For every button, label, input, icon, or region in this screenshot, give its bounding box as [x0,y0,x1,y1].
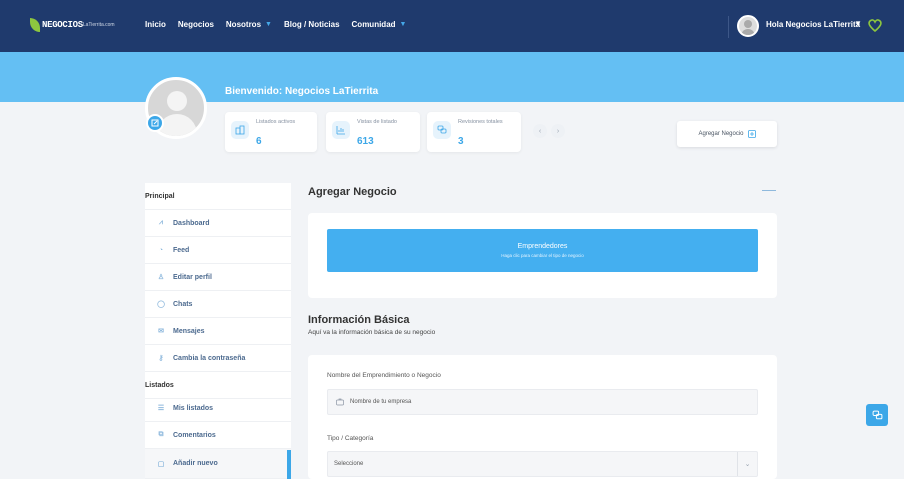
sidebar-item-add-new[interactable]: ▢ Añadir nuevo [145,449,291,479]
section-subtitle: Aquí va la información básica de su nego… [308,329,436,336]
sidebar-item-chats[interactable]: ◯ Chats [145,291,291,318]
category-label: Tipo / Categoría [327,435,374,442]
stat-card-listing-views: Vistas de listado 613 [326,112,420,152]
dashboard-sidebar: Principal ⩘ Dashboard ◔ Feed ♙ Editar perfi… [145,183,291,479]
chevron-down-icon: ⌄ [737,452,757,476]
logo-subtext: LaTierrita.com [82,22,115,28]
add-business-button[interactable]: Agregar Negocio [677,121,777,147]
sidebar-item-label: Dashboard [173,219,210,227]
prev-stat-button[interactable]: ‹ [533,124,547,138]
category-selected-value: Seleccione [334,461,364,467]
stat-value: 613 [357,136,374,147]
envelope-icon: ✉ [158,328,164,335]
sidebar-item-label: Cambia la contraseña [173,354,246,362]
sidebar-item-edit-profile[interactable]: ♙ Editar perfil [145,264,291,291]
sidebar-item-label: Mis listados [173,404,214,412]
plus-square-icon [747,130,756,138]
sidebar-item-feed[interactable]: ◔ Feed [145,237,291,264]
site-logo[interactable]: NEGOCIOS LaTierrita.com [30,18,115,32]
collapse-icon[interactable] [762,190,776,191]
add-file-icon: ▢ [157,460,165,468]
chevron-down-icon: ▼ [399,21,407,28]
sidebar-item-change-password[interactable]: ⚷ Cambia la contraseña [145,345,291,372]
stat-label: Listados activos [256,119,296,125]
nav-item-comunidad[interactable]: Comunidad ▼ [352,20,407,29]
user-edit-icon: ♙ [157,274,165,281]
nav-item-label: Nosotros [225,20,262,29]
main-menu: Inicio Negocios Nosotros ▼ Blog / Noticia… [145,20,418,29]
edit-icon [151,119,159,127]
business-type-title: Emprendedores [517,243,568,250]
business-type-button[interactable]: Emprendedores Haga clic para cambiar el … [327,229,758,272]
chat-icon: ◯ [157,301,165,308]
list-icon: ☰ [157,405,165,412]
edit-avatar-button[interactable] [146,114,164,132]
briefcase-icon [336,398,344,406]
user-avatar[interactable] [737,15,759,37]
nav-item-blog[interactable]: Blog / Noticias [284,20,340,29]
sidebar-item-messages[interactable]: ✉ Mensajes [145,318,291,345]
buildings-icon [231,121,249,139]
business-name-label: Nombre del Emprendimiento o Negocio [327,372,441,379]
page-title: Agregar Negocio [308,186,397,198]
stat-label: Vistas de listado [357,119,397,125]
chat-widget-button[interactable] [866,404,888,426]
user-greeting[interactable]: Hola Negocios LaTierrita [766,20,860,29]
business-name-input[interactable]: Nombre de tu empresa [327,389,758,415]
leaf-logo-icon [30,18,40,32]
active-item-indicator [287,450,291,479]
nav-item-nosotros[interactable]: Nosotros ▼ [226,20,272,29]
stat-card-total-reviews: Revisiones totales 3 [427,112,521,152]
nav-item-label: Inicio [145,20,166,29]
sidebar-item-dashboard[interactable]: ⩘ Dashboard [145,210,291,237]
key-icon: ⚷ [158,355,164,362]
chat-bubbles-icon [433,121,451,139]
nav-item-label: Comunidad [351,20,396,29]
nav-item-label: Blog / Noticias [283,20,340,29]
section-title: Información Básica [308,314,410,326]
sidebar-item-label: Editar perfil [173,273,212,281]
chart-line-icon: ⩘ [159,219,163,226]
section-heading: Listados [145,381,174,389]
sidebar-item-label: Mensajes [173,327,205,335]
nav-item-label: Negocios [177,20,214,29]
sidebar-section-principal: Principal [145,183,291,210]
sidebar-item-label: Feed [173,246,190,254]
sidebar-item-label: Chats [173,300,193,308]
stat-label: Revisiones totales [458,119,503,125]
next-stat-button[interactable]: › [551,124,565,138]
sidebar-item-my-listings[interactable]: ☰ Mis listados [145,395,291,422]
chevron-down-icon: ▼ [265,21,272,28]
chat-bubbles-icon [872,410,882,419]
sidebar-item-label: Comentarios [173,431,216,439]
add-business-label: Agregar Negocio [698,131,744,137]
nav-item-inicio[interactable]: Inicio [145,20,166,29]
business-type-hint: Haga clic para cambiar el tipo de negoci… [501,253,584,258]
nav-divider [728,16,729,38]
stat-card-active-listings: Listados activos 6 [225,112,317,152]
user-menu-caret-icon[interactable]: ▼ [854,19,862,28]
nav-item-negocios[interactable]: Negocios [178,20,214,29]
welcome-heading: Bienvenido: Negocios LaTierrita [225,86,379,97]
section-heading: Principal [145,192,175,200]
stat-value: 3 [458,136,464,147]
rss-icon: ◔ [158,246,164,254]
profile-banner [0,52,904,102]
business-name-placeholder: Nombre de tu empresa [350,399,412,405]
chart-icon [332,121,350,139]
stat-value: 6 [256,136,262,147]
sidebar-item-comments[interactable]: ⧉ Comentarios [145,422,291,449]
sidebar-item-label: Añadir nuevo [173,460,218,467]
comments-icon: ⧉ [158,431,164,438]
logo-text: NEGOCIOS [42,20,83,30]
category-select[interactable]: Seleccione ⌄ [327,451,758,477]
heart-icon[interactable] [866,16,884,34]
